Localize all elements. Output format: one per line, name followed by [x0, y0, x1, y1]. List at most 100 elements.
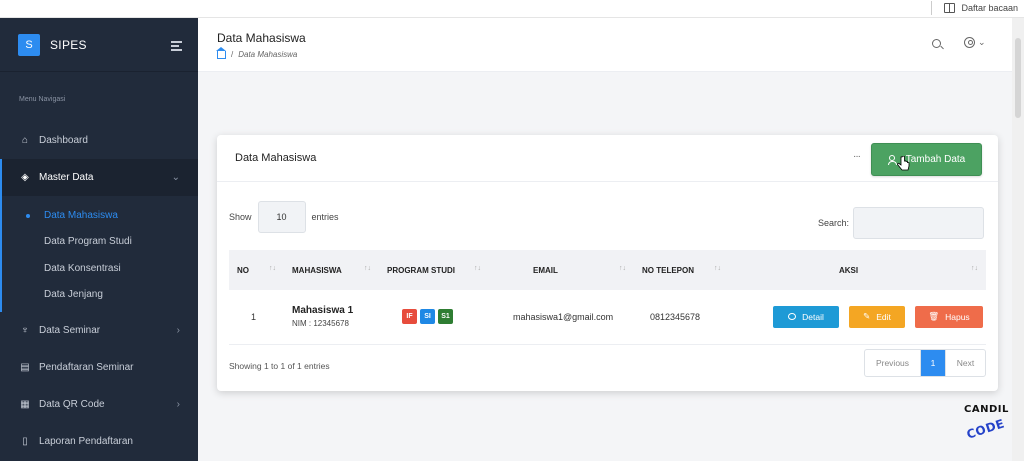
column-header-program-studi[interactable]: PROGRAM STUDI ↑↓ — [379, 250, 489, 290]
entries-length-select[interactable]: 10 — [257, 201, 306, 233]
pagination-previous[interactable]: Previous — [865, 350, 921, 376]
data-mahasiswa-card: Data Mahasiswa ··· Tambah Data Show 10 e… — [217, 135, 998, 391]
sidebar-item-dashboard[interactable]: ⌂ Dashboard — [0, 122, 198, 159]
column-header-email[interactable]: EMAIL ↑↓ — [489, 250, 634, 290]
toolbar-divider — [931, 1, 933, 15]
watermark-logo: CANDIL CODE — [964, 404, 1009, 442]
sort-icon[interactable]: ↑↓ — [619, 265, 626, 272]
hapus-button[interactable]: 🗑 Hapus — [915, 305, 983, 328]
prodi-badge-if: IF — [402, 309, 417, 325]
card-title: Data Mahasiswa — [235, 152, 317, 164]
user-menu[interactable]: ⌄ — [964, 37, 986, 48]
master-data-submenu: Data Mahasiswa Data Program Studi Data K… — [0, 196, 198, 312]
sidebar-subitem-data-konsentrasi[interactable]: Data Konsentrasi — [2, 255, 198, 282]
sidebar-item-data-seminar[interactable]: ♆ Data Seminar › — [0, 312, 198, 349]
tambah-data-label: Tambah Data — [905, 154, 966, 165]
table-header-row: NO ↑↓ MAHASISWA ↑↓ PROGRAM STUDI ↑↓ EMAIL ↑↓… — [229, 250, 986, 290]
prodi-badge-si: SI — [420, 309, 435, 325]
detail-button[interactable]: Detail — [773, 305, 839, 328]
hand-cursor-icon — [897, 156, 910, 171]
sidebar-item-pendaftaran-seminar[interactable]: ▤ Pendaftaran Seminar — [0, 349, 198, 386]
sidebar-subitem-data-jenjang[interactable]: Data Jenjang — [2, 282, 198, 309]
mahasiswa-name: Mahasiswa 1 — [292, 305, 354, 317]
scrollbar[interactable] — [1012, 18, 1024, 461]
sidebar-item-label: Pendaftaran Seminar — [39, 362, 134, 373]
breadcrumb-current: Data Mahasiswa — [238, 50, 298, 59]
brand: S SIPES — [0, 18, 198, 72]
hamburger-menu-icon[interactable] — [171, 41, 182, 53]
cell-no-telepon: 0812345678 — [650, 311, 701, 322]
column-header-no[interactable]: NO ↑↓ — [229, 250, 284, 290]
search-input[interactable] — [853, 207, 985, 239]
cell-email: mahasiswa1@gmail.com — [513, 311, 614, 322]
detail-label: Detail — [802, 311, 824, 322]
tambah-data-button[interactable]: Tambah Data — [871, 143, 982, 176]
entries-length-control: Show 10 entries — [229, 201, 339, 233]
chevron-down-icon: ⌄ — [171, 172, 180, 183]
table-search: Search: — [818, 207, 985, 239]
cell-no: 1 — [251, 311, 257, 322]
brand-name[interactable]: SIPES — [50, 38, 87, 52]
qr-code-icon: ▦ — [20, 399, 30, 410]
microphone-icon: ♆ — [21, 325, 29, 336]
mahasiswa-table: NO ↑↓ MAHASISWA ↑↓ PROGRAM STUDI ↑↓ EMAIL ↑↓… — [229, 250, 986, 345]
nav-section-title: Menu Navigasi — [19, 96, 66, 103]
eye-icon — [788, 313, 797, 321]
reading-list-icon — [944, 3, 956, 13]
sidebar-item-label: Laporan Pendaftaran — [39, 436, 133, 447]
chevron-down-icon: ⌄ — [978, 37, 986, 47]
hapus-label: Hapus — [945, 311, 970, 322]
page-header: Data Mahasiswa / Data Mahasiswa ⌄ — [198, 18, 1024, 72]
cell-aksi: Detail ✎ Edit 🗑 Hapus — [729, 290, 986, 344]
reading-list-button[interactable]: Daftar bacaan — [931, 1, 1018, 15]
table-info: Showing 1 to 1 of 1 entries — [229, 361, 330, 371]
sort-icon[interactable]: ↑↓ — [269, 265, 276, 272]
trash-icon: 🗑 — [928, 311, 940, 322]
sidebar-item-data-qr-code[interactable]: ▦ Data QR Code › — [0, 386, 198, 423]
document-icon: ▤ — [20, 362, 30, 373]
browser-toolbar: Daftar bacaan — [0, 0, 1024, 18]
sort-icon[interactable]: ↑↓ — [971, 265, 978, 272]
pagination-page[interactable]: 1 — [921, 350, 945, 376]
sidebar-item-label: Dashboard — [39, 135, 88, 146]
column-header-no-telepon[interactable]: NO TELEPON ↑↓ — [634, 250, 729, 290]
sort-icon[interactable]: ↑↓ — [474, 265, 481, 272]
home-icon: ⌂ — [21, 135, 29, 146]
prodi-badge-s1: S1 — [438, 309, 453, 325]
sidebar-item-label: Data Seminar — [39, 325, 101, 336]
column-header-mahasiswa[interactable]: MAHASISWA ↑↓ — [284, 250, 379, 290]
sidebar-item-laporan-pendaftaran[interactable]: ▯ Laporan Pendaftaran — [0, 423, 198, 460]
breadcrumb-separator: / — [231, 50, 234, 59]
card-header: Data Mahasiswa ··· Tambah Data — [217, 135, 998, 182]
show-label: Show — [229, 212, 252, 222]
more-options-icon[interactable]: ··· — [853, 151, 861, 162]
layers-icon: ◈ — [21, 172, 29, 183]
mahasiswa-nim: NIM : 12345678 — [292, 319, 349, 329]
search-icon[interactable] — [932, 39, 941, 48]
chevron-right-icon: › — [176, 399, 180, 410]
page-title: Data Mahasiswa — [217, 31, 306, 45]
sort-icon[interactable]: ↑↓ — [364, 265, 371, 272]
sort-icon[interactable]: ↑↓ — [714, 265, 721, 272]
breadcrumb: / Data Mahasiswa — [216, 46, 298, 59]
table-row: 1 Mahasiswa 1 NIM : 12345678 IF SI S1 ma… — [229, 290, 986, 344]
edit-button[interactable]: ✎ Edit — [849, 305, 905, 328]
user-icon — [964, 37, 975, 48]
sidebar-item-label: Master Data — [39, 172, 94, 183]
pagination-next[interactable]: Next — [945, 350, 985, 376]
search-label: Search: — [818, 218, 850, 228]
pagination: Previous 1 Next — [864, 349, 986, 377]
sidebar-subitem-data-program-studi[interactable]: Data Program Studi — [2, 229, 198, 256]
home-icon[interactable] — [216, 46, 226, 59]
scrollbar-thumb[interactable] — [1015, 38, 1021, 118]
sidebar-item-master-data[interactable]: ◈ Master Data ⌄ — [0, 159, 198, 196]
column-header-aksi[interactable]: AKSI ↑↓ — [729, 250, 986, 290]
edit-label: Edit — [876, 311, 891, 322]
cell-mahasiswa: Mahasiswa 1 NIM : 12345678 — [284, 290, 379, 344]
sidebar-item-label: Data QR Code — [39, 399, 105, 410]
brand-logo[interactable]: S — [18, 33, 40, 56]
sidebar-subitem-data-mahasiswa[interactable]: Data Mahasiswa — [2, 202, 198, 229]
chevron-right-icon: › — [176, 325, 180, 336]
reading-list-label: Daftar bacaan — [961, 3, 1018, 13]
entries-label: entries — [311, 212, 339, 222]
